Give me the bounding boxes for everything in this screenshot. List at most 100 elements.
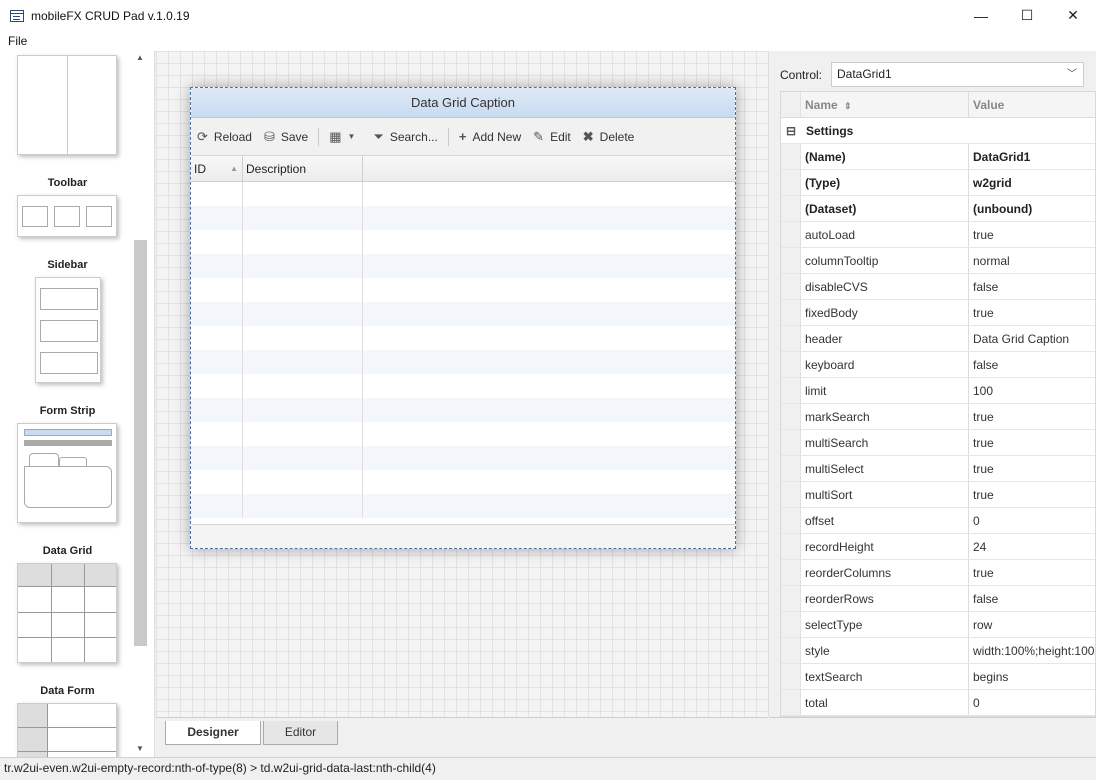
edit-label: Edit <box>550 129 571 144</box>
property-row[interactable]: multiSort true <box>781 482 1095 508</box>
table-row[interactable] <box>191 422 735 446</box>
control-select[interactable]: DataGrid1 ﹀ <box>831 62 1084 87</box>
tool-label-data-form: Data Form <box>40 685 95 697</box>
scroll-down-icon[interactable]: ▼ <box>136 744 144 753</box>
property-row[interactable]: textSearch begins <box>781 664 1095 690</box>
table-row[interactable] <box>191 326 735 350</box>
property-value[interactable]: width:100%;height:100 <box>969 638 1095 663</box>
header-value[interactable]: Value <box>969 92 1095 117</box>
scrollbar-thumb[interactable] <box>134 240 147 646</box>
section-settings[interactable]: ⊟ Settings <box>781 118 1095 144</box>
maximize-button[interactable]: ☐ <box>1004 0 1050 31</box>
property-row[interactable]: total 0 <box>781 690 1095 716</box>
property-row[interactable]: (Dataset) (unbound) <box>781 196 1095 222</box>
tab-designer[interactable]: Designer <box>165 721 261 745</box>
property-value[interactable]: true <box>969 560 1095 585</box>
table-row[interactable] <box>191 182 735 206</box>
property-value[interactable]: 24 <box>969 534 1095 559</box>
property-row[interactable]: autoLoad true <box>781 222 1095 248</box>
toolbox-scrollbar[interactable]: ▲ ▼ <box>134 51 148 757</box>
property-value[interactable]: begins <box>969 664 1095 689</box>
collapse-icon[interactable]: ⊟ <box>781 124 801 138</box>
table-row[interactable] <box>191 350 735 374</box>
table-row[interactable] <box>191 398 735 422</box>
property-row[interactable]: keyboard false <box>781 352 1095 378</box>
table-row[interactable] <box>191 302 735 326</box>
property-row[interactable]: limit 100 <box>781 378 1095 404</box>
data-grid-control[interactable]: Data Grid Caption ⟳ Reload ⛁ Save ▦ ▼ ⏷ … <box>190 87 736 549</box>
property-value[interactable]: false <box>969 274 1095 299</box>
tool-form-strip[interactable] <box>17 423 117 523</box>
tool-toolbar[interactable] <box>17 195 117 237</box>
tool-data-grid[interactable] <box>17 563 117 663</box>
column-header-id[interactable]: ID ▲ <box>191 156 243 181</box>
table-row[interactable] <box>191 374 735 398</box>
property-value[interactable]: true <box>969 430 1095 455</box>
table-row[interactable] <box>191 470 735 494</box>
property-value[interactable]: 100 <box>969 378 1095 403</box>
property-value[interactable]: true <box>969 222 1095 247</box>
tab-editor[interactable]: Editor <box>263 721 338 745</box>
grid-caption: Data Grid Caption <box>191 88 735 118</box>
save-button[interactable]: ⛁ Save <box>264 129 308 145</box>
property-value[interactable]: Data Grid Caption <box>969 326 1095 351</box>
property-row[interactable]: header Data Grid Caption <box>781 326 1095 352</box>
menu-file[interactable]: File <box>0 34 35 48</box>
property-row[interactable]: multiSearch true <box>781 430 1095 456</box>
table-row[interactable] <box>191 446 735 470</box>
tool-data-form[interactable] <box>17 703 117 757</box>
tool-label-sidebar: Sidebar <box>47 259 88 271</box>
property-row[interactable]: (Name) DataGrid1 <box>781 144 1095 170</box>
property-value[interactable]: DataGrid1 <box>969 144 1095 169</box>
column-header-description[interactable]: Description <box>243 156 363 181</box>
property-row[interactable]: offset 0 <box>781 508 1095 534</box>
property-row[interactable]: fixedBody true <box>781 300 1095 326</box>
property-row[interactable]: markSearch true <box>781 404 1095 430</box>
property-row[interactable]: reorderColumns true <box>781 560 1095 586</box>
column-header-filler <box>363 156 735 181</box>
property-value[interactable]: normal <box>969 248 1095 273</box>
property-row[interactable]: selectType row <box>781 612 1095 638</box>
tool-sidebar[interactable] <box>35 277 101 383</box>
add-new-button[interactable]: + Add New <box>459 129 521 144</box>
tool-layout-columns[interactable] <box>17 55 117 155</box>
property-row[interactable]: style width:100%;height:100 <box>781 638 1095 664</box>
property-value[interactable]: true <box>969 482 1095 507</box>
column-chooser-button[interactable]: ▦ ▼ <box>329 129 361 145</box>
property-value[interactable]: (unbound) <box>969 196 1095 221</box>
close-button[interactable]: ✕ <box>1050 0 1096 31</box>
table-row[interactable] <box>191 494 735 518</box>
property-row[interactable]: multiSelect true <box>781 456 1095 482</box>
delete-button[interactable]: ✖ Delete <box>583 129 635 145</box>
pencil-icon: ✎ <box>533 128 545 144</box>
property-row[interactable]: recordHeight 24 <box>781 534 1095 560</box>
property-row[interactable]: reorderRows false <box>781 586 1095 612</box>
property-row[interactable]: (Type) w2grid <box>781 170 1095 196</box>
reload-button[interactable]: ⟳ Reload <box>197 129 252 145</box>
property-value[interactable]: false <box>969 586 1095 611</box>
scroll-up-icon[interactable]: ▲ <box>136 53 144 62</box>
table-row[interactable] <box>191 230 735 254</box>
view-tabs: Designer Editor <box>156 717 768 757</box>
search-button[interactable]: ⏷ Search... <box>373 129 437 145</box>
table-row[interactable] <box>191 254 735 278</box>
property-value[interactable]: false <box>969 352 1095 377</box>
edit-button[interactable]: ✎ Edit <box>533 129 571 145</box>
property-row[interactable]: disableCVS false <box>781 274 1095 300</box>
property-value[interactable]: 0 <box>969 690 1095 715</box>
property-row[interactable]: columnTooltip normal <box>781 248 1095 274</box>
header-gutter <box>781 92 801 117</box>
property-value[interactable]: row <box>969 612 1095 637</box>
sort-asc-icon: ▲ <box>230 164 238 173</box>
property-value[interactable]: true <box>969 404 1095 429</box>
property-value[interactable]: true <box>969 456 1095 481</box>
row-gutter <box>781 300 801 325</box>
row-gutter <box>781 612 801 637</box>
table-row[interactable] <box>191 278 735 302</box>
property-value[interactable]: w2grid <box>969 170 1095 195</box>
table-row[interactable] <box>191 206 735 230</box>
minimize-button[interactable]: — <box>958 0 1004 31</box>
property-value[interactable]: 0 <box>969 508 1095 533</box>
header-name[interactable]: Name ⇕ <box>801 92 969 117</box>
property-value[interactable]: true <box>969 300 1095 325</box>
